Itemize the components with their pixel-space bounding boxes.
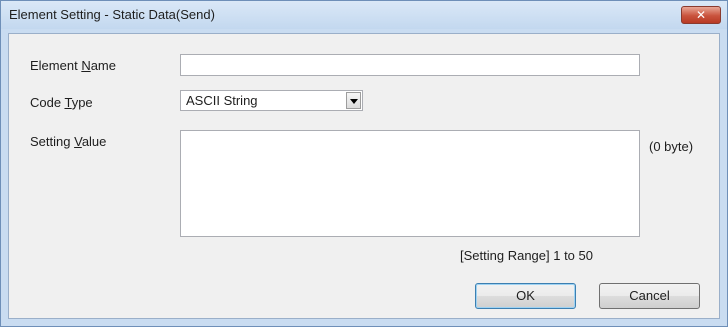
element-name-input[interactable] [180,54,640,76]
ok-button[interactable]: OK [475,283,576,309]
chevron-down-icon [350,99,358,104]
code-type-dropdown[interactable]: ASCII String [180,90,363,111]
dialog-window: Element Setting - Static Data(Send) ✕ El… [0,0,728,327]
dialog-body: Element Name Code Type ASCII String Sett… [8,33,720,319]
window-title: Element Setting - Static Data(Send) [9,7,215,22]
close-button[interactable]: ✕ [681,6,721,24]
dropdown-arrow-button[interactable] [346,92,361,109]
code-type-selected: ASCII String [186,93,258,108]
cancel-button[interactable]: Cancel [599,283,700,309]
element-name-label: Element Name [30,58,116,73]
close-icon: ✕ [695,8,707,22]
title-bar[interactable]: Element Setting - Static Data(Send) ✕ [1,1,727,29]
setting-value-textarea[interactable] [180,130,640,237]
setting-range-label: [Setting Range] 1 to 50 [460,248,593,263]
code-type-label: Code Type [30,95,93,110]
setting-value-label: Setting Value [30,134,107,149]
byte-count-label: (0 byte) [649,139,694,154]
